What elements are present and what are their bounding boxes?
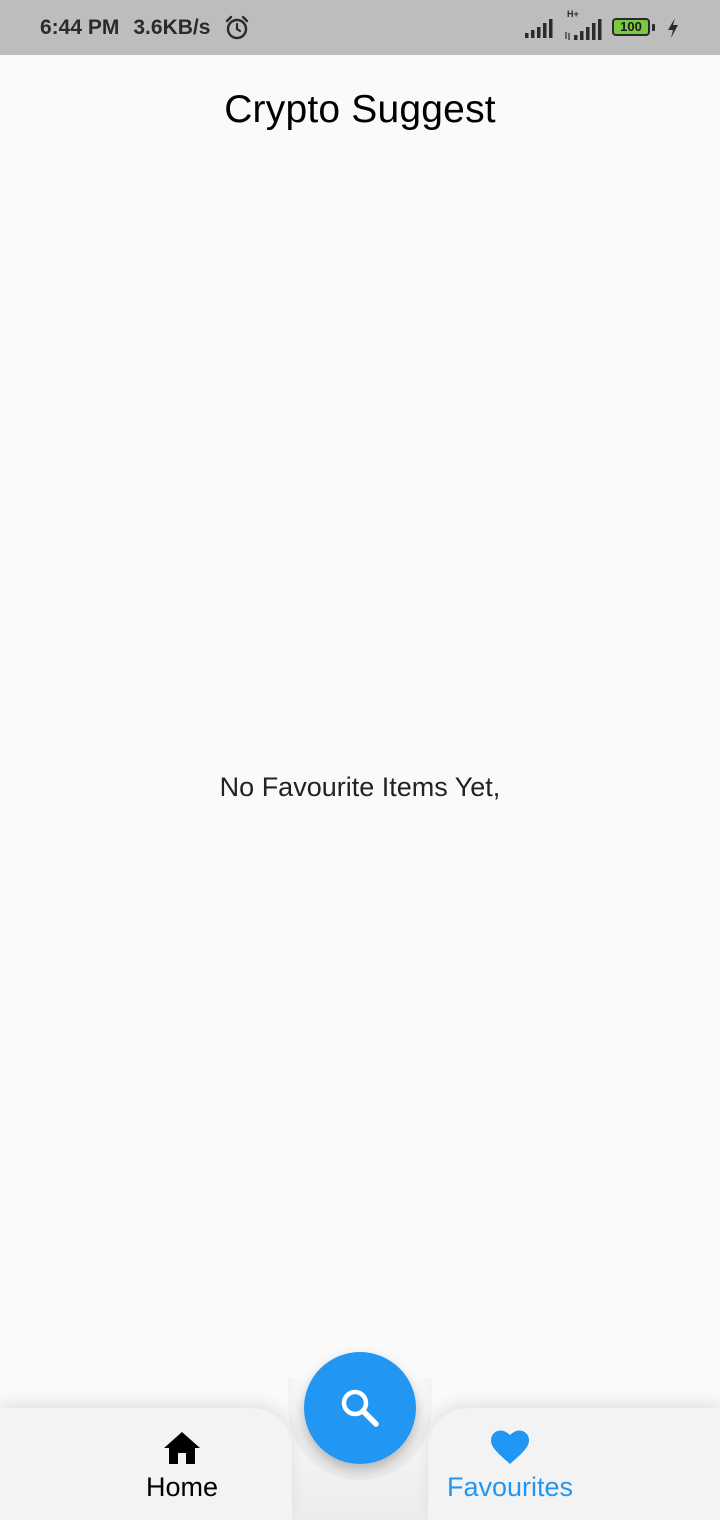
alarm-clock-icon [224, 15, 250, 41]
heart-icon [490, 1428, 530, 1468]
battery-cap [652, 23, 655, 31]
status-right: H+ 100 [524, 9, 680, 41]
nav-label-favourites: Favourites [446, 1472, 574, 1502]
status-time: 6:44 PM [40, 15, 120, 39]
empty-favourites-message: No Favourite Items Yet, [219, 772, 501, 802]
home-icon [162, 1428, 202, 1468]
nav-item-home[interactable]: Home [82, 1428, 282, 1503]
search-icon [338, 1386, 382, 1430]
battery-icon: 100 [612, 17, 656, 38]
status-network-speed: 3.6KB/s [133, 15, 211, 39]
nav-label-home: Home [145, 1472, 219, 1502]
status-bar: 6:44 PM 3.6KB/s H+ 100 [0, 0, 720, 55]
bolt-icon [666, 17, 680, 39]
signal-h-plus-icon: H+ [564, 9, 602, 41]
page-title: Crypto Suggest [224, 88, 496, 131]
nav-item-favourites[interactable]: Favourites [410, 1428, 610, 1503]
signal-icon [524, 17, 554, 39]
search-fab-button[interactable] [304, 1352, 416, 1464]
battery-level: 100 [620, 18, 642, 34]
status-left: 6:44 PM 3.6KB/s [40, 15, 250, 41]
network-type-label: H+ [567, 8, 579, 19]
